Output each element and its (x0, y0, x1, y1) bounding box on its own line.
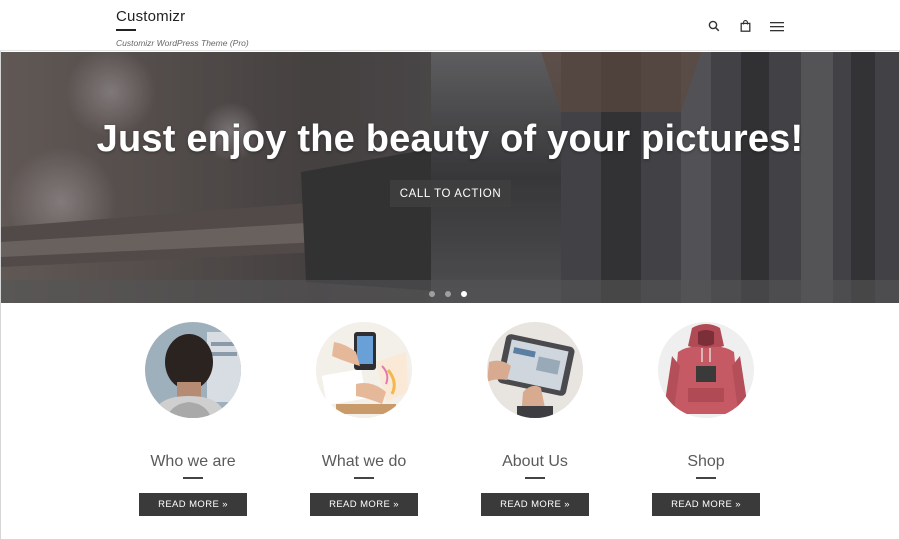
featured-page-who-we-are: Who we are READ MORE » (108, 322, 278, 516)
read-more-button[interactable]: READ MORE » (139, 493, 247, 516)
slider-dot-1[interactable] (429, 291, 435, 297)
slider-pagination (429, 291, 477, 297)
header-icons (704, 16, 787, 36)
slider-dot-3-active[interactable] (461, 291, 467, 297)
featured-page-shop: Shop READ MORE » (621, 322, 791, 516)
read-more-button[interactable]: READ MORE » (310, 493, 418, 516)
feature-title-rule (183, 477, 203, 479)
hero-slider: Just enjoy the beauty of your pictures! … (1, 52, 899, 303)
site-header: Customizr Customizr WordPress Theme (Pro… (0, 0, 900, 51)
pink-hoodie-photo[interactable] (658, 322, 754, 418)
feature-title-rule (525, 477, 545, 479)
title-underline (116, 29, 136, 31)
read-more-button[interactable]: READ MORE » (481, 493, 589, 516)
feature-title: Shop (687, 453, 725, 470)
slider-dot-2[interactable] (445, 291, 451, 297)
hands-on-tablet-photo[interactable] (487, 322, 583, 418)
site-tagline: Customizr WordPress Theme (Pro) (116, 38, 249, 48)
hero-background-image (1, 52, 899, 303)
man-at-computer-photo[interactable] (145, 322, 241, 418)
hands-with-phone-and-sketches-photo[interactable] (316, 322, 412, 418)
featured-page-what-we-do: What we do READ MORE » (279, 322, 449, 516)
read-more-button[interactable]: READ MORE » (652, 493, 760, 516)
feature-title-rule (696, 477, 716, 479)
feature-title-rule (354, 477, 374, 479)
branding: Customizr Customizr WordPress Theme (Pro… (116, 8, 249, 48)
site-title[interactable]: Customizr (116, 8, 249, 25)
hamburger-menu-icon[interactable] (767, 16, 787, 36)
search-icon[interactable] (704, 16, 724, 36)
featured-page-about-us: About Us READ MORE » (450, 322, 620, 516)
shopping-bag-icon[interactable] (735, 16, 755, 36)
feature-title: What we do (321, 453, 407, 470)
feature-title: About Us (502, 453, 568, 470)
call-to-action-button[interactable]: CALL TO ACTION (390, 180, 511, 207)
hero-heading: Just enjoy the beauty of your pictures! (96, 118, 804, 160)
feature-title: Who we are (150, 453, 236, 470)
